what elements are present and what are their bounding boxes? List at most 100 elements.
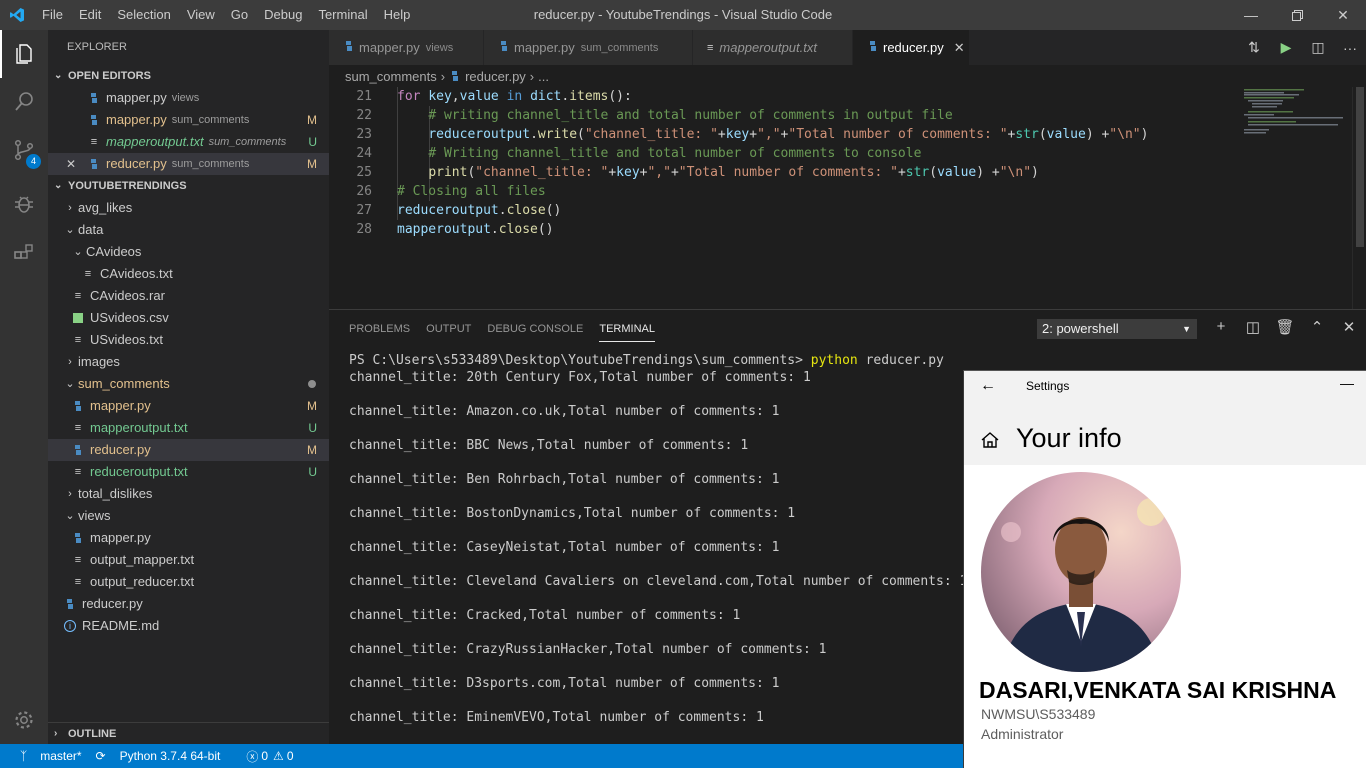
chevron-down-icon: ⌄ xyxy=(54,180,63,191)
tree-folder[interactable]: › images xyxy=(48,351,329,373)
tree-file[interactable]: USvideos.csv xyxy=(48,307,329,329)
menu-file[interactable]: File xyxy=(34,0,71,30)
compare-changes-icon[interactable]: ⇅ xyxy=(1238,39,1270,56)
run-icon[interactable]: ▶ xyxy=(1270,39,1302,56)
chevron-down-icon: ⌄ xyxy=(65,510,75,522)
open-editor-item-active[interactable]: ✕ reducer.py sum_comments M xyxy=(48,153,329,175)
restore-icon[interactable] xyxy=(1274,0,1320,30)
code-line: 28 mapperoutput.close() xyxy=(329,220,1366,239)
more-actions-icon[interactable]: ··· xyxy=(1334,40,1366,56)
menu-debug[interactable]: Debug xyxy=(256,0,310,30)
back-arrow-icon[interactable]: ← xyxy=(980,377,996,395)
outline-header[interactable]: › OUTLINE xyxy=(48,722,329,744)
menu-terminal[interactable]: Terminal xyxy=(310,0,375,30)
sidebar-title: EXPLORER xyxy=(67,41,127,53)
open-editor-item[interactable]: ≡ mapperoutput.txt sum_comments U xyxy=(48,131,329,153)
settings-gear-icon[interactable] xyxy=(0,696,48,744)
tree-file[interactable]: mapper.py xyxy=(48,527,329,549)
menu-help[interactable]: Help xyxy=(376,0,419,30)
project-header[interactable]: ⌄ YOUTUBETRENDINGS xyxy=(48,175,329,197)
search-icon[interactable] xyxy=(0,78,48,126)
settings-header: ← Settings — Your info xyxy=(964,371,1366,465)
tree-folder[interactable]: ⌄ data xyxy=(48,219,329,241)
tree-folder[interactable]: ⌄ views xyxy=(48,505,329,527)
chevron-down-icon: ⌄ xyxy=(73,246,83,258)
tree-folder[interactable]: ⌄ sum_comments xyxy=(48,373,329,395)
close-tab-icon[interactable]: ✕ xyxy=(954,40,965,56)
terminal-prompt: PS C:\Users\s533489\Desktop\YoutubeTrend… xyxy=(349,353,811,368)
tree-file[interactable]: ≡ mapperoutput.txt U xyxy=(48,417,329,439)
line-number: 24 xyxy=(356,146,372,161)
close-panel-icon[interactable]: ✕ xyxy=(1333,318,1365,336)
source-control-icon[interactable]: 4 xyxy=(0,126,48,174)
code-editor[interactable]: 21 for key,value in dict.items(): 22 # wr… xyxy=(329,87,1366,309)
tree-file[interactable]: ≡ CAvideos.rar xyxy=(48,285,329,307)
tab-debug-console[interactable]: DEBUG CONSOLE xyxy=(487,317,583,341)
tab-mapper-sum-comments[interactable]: mapper.py sum_comments xyxy=(484,30,693,65)
problems-indicator[interactable]: ⓧ 0 ⚠ 0 xyxy=(236,748,293,765)
git-branch[interactable]: ᛉ master* xyxy=(10,749,82,763)
file-name: reducer.py xyxy=(106,156,167,171)
close-window-icon[interactable]: ✕ xyxy=(1320,0,1366,30)
breadcrumb-file[interactable]: reducer.py xyxy=(465,69,526,84)
split-terminal-icon[interactable]: ◫ xyxy=(1237,318,1269,336)
settings-title: Settings xyxy=(1026,379,1070,393)
debug-icon[interactable] xyxy=(0,180,48,228)
extensions-icon[interactable] xyxy=(0,230,48,278)
breadcrumb-more[interactable]: ... xyxy=(538,69,549,84)
tab-output[interactable]: OUTPUT xyxy=(426,317,471,341)
open-editors-header[interactable]: ⌄ OPEN EDITORS xyxy=(48,65,329,87)
python-file-icon xyxy=(86,112,102,128)
python-interpreter[interactable]: Python 3.7.4 64-bit xyxy=(120,749,221,763)
open-editor-item[interactable]: mapper.py sum_comments M xyxy=(48,109,329,131)
minimize-icon[interactable]: — xyxy=(1340,375,1354,391)
maximize-panel-icon[interactable]: ⌃ xyxy=(1301,318,1333,336)
file-name: mapper.py xyxy=(90,530,151,545)
tree-folder[interactable]: ⌄ CAvideos xyxy=(48,241,329,263)
tab-problems[interactable]: PROBLEMS xyxy=(349,317,410,341)
tree-folder[interactable]: › avg_likes xyxy=(48,197,329,219)
tab-reducer-active[interactable]: reducer.py ✕ xyxy=(853,30,970,65)
minimap[interactable] xyxy=(1242,87,1352,147)
tree-file[interactable]: reducer.py xyxy=(48,593,329,615)
explorer-icon[interactable] xyxy=(0,30,48,78)
menu-go[interactable]: Go xyxy=(223,0,256,30)
tab-desc: sum_comments xyxy=(580,41,659,54)
breadcrumb-folder[interactable]: sum_comments xyxy=(345,69,437,84)
open-editor-item[interactable]: mapper.py views xyxy=(48,87,329,109)
text-file-icon: ≡ xyxy=(84,268,92,280)
tree-file[interactable]: i README.md xyxy=(48,615,329,637)
minimize-icon[interactable]: — xyxy=(1228,0,1274,30)
split-editor-icon[interactable]: ◫ xyxy=(1302,39,1334,56)
tree-file[interactable]: ≡ USvideos.txt xyxy=(48,329,329,351)
tab-label: reducer.py xyxy=(883,40,944,55)
sync-icon[interactable]: ⟳ xyxy=(96,749,106,763)
terminal-select-value: 2: powershell xyxy=(1042,321,1119,336)
text-file-icon: ≡ xyxy=(707,41,714,54)
menu-selection[interactable]: Selection xyxy=(109,0,178,30)
menu-view[interactable]: View xyxy=(179,0,223,30)
tree-file[interactable]: ≡ output_mapper.txt xyxy=(48,549,329,571)
close-editor-icon[interactable]: ✕ xyxy=(66,153,86,175)
folder-name: images xyxy=(78,354,120,369)
line-number: 26 xyxy=(356,184,372,199)
tree-file[interactable]: mapper.py M xyxy=(48,395,329,417)
code-line: 25 print("channel_title: "+key+","+"Tota… xyxy=(329,163,1366,182)
tree-file[interactable]: ≡ output_reducer.txt xyxy=(48,571,329,593)
outline-label: OUTLINE xyxy=(68,727,117,740)
file-name: reducer.py xyxy=(82,596,143,611)
tree-file[interactable]: ≡ CAvideos.txt xyxy=(48,263,329,285)
tab-mapperoutput[interactable]: ≡ mapperoutput.txt xyxy=(693,30,853,65)
scrollbar-thumb[interactable] xyxy=(1356,87,1364,247)
tree-folder[interactable]: › total_dislikes xyxy=(48,483,329,505)
add-terminal-icon[interactable]: + xyxy=(1205,318,1237,336)
tab-terminal[interactable]: TERMINAL xyxy=(599,317,655,342)
menu-edit[interactable]: Edit xyxy=(71,0,109,30)
tree-file-selected[interactable]: reducer.py M xyxy=(48,439,329,461)
terminal-select[interactable]: 2: powershell ▼ xyxy=(1037,319,1197,339)
editor-scrollbar[interactable] xyxy=(1352,87,1366,309)
kill-terminal-icon[interactable]: 🗑 xyxy=(1269,318,1301,336)
tree-file[interactable]: ≡ reduceroutput.txt U xyxy=(48,461,329,483)
home-icon[interactable] xyxy=(980,431,1000,452)
tab-mapper-views[interactable]: mapper.py views xyxy=(329,30,484,65)
